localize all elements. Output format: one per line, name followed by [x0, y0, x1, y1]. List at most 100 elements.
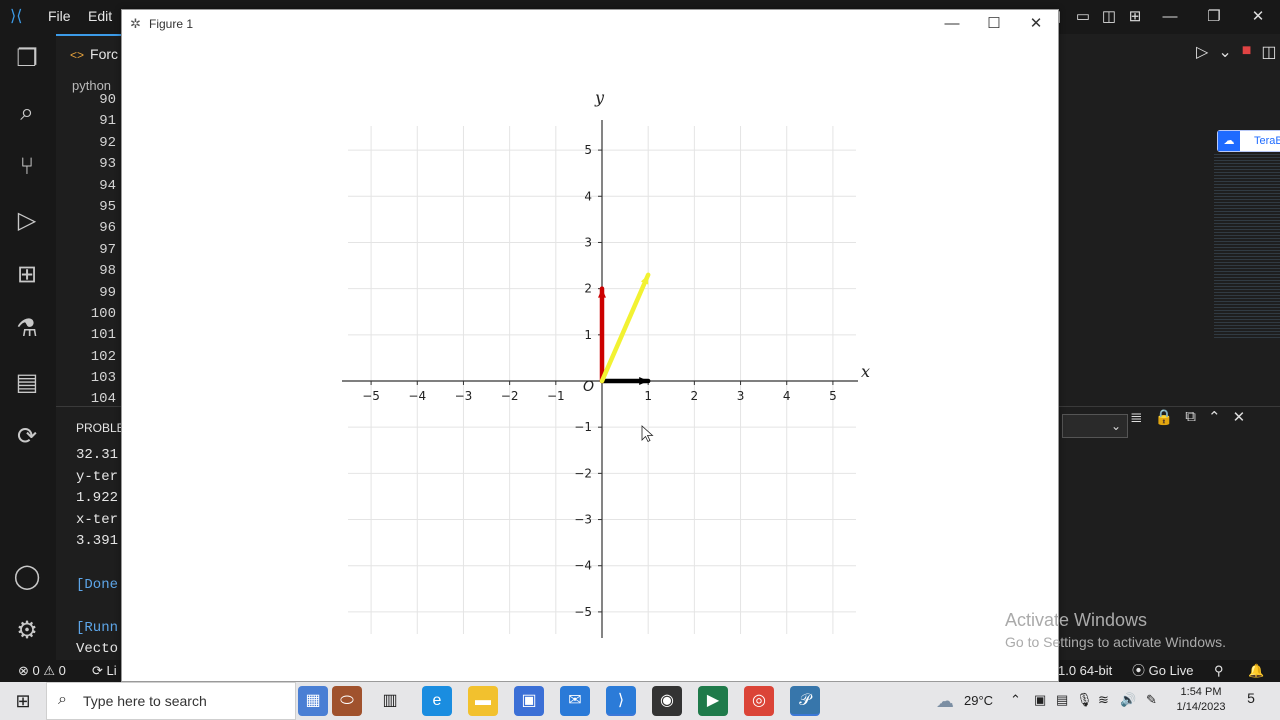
y-tick-label: 3 — [584, 235, 592, 249]
taskbar-search-box[interactable]: Type here to search — [46, 682, 296, 720]
chrome-icon[interactable]: ◎ — [744, 686, 774, 716]
breadcrumb[interactable]: python — [72, 78, 111, 93]
terabox-badge[interactable]: ☁ TeraBox — [1217, 130, 1280, 152]
menu-file[interactable]: File — [48, 8, 71, 24]
y-tick-label: 4 — [584, 189, 592, 203]
editor-tab-label: Forc — [90, 46, 119, 62]
y-tick-label: 1 — [584, 328, 592, 342]
panel-toggle-icon[interactable]: ▭ — [1070, 4, 1096, 30]
football-widget-icon[interactable]: ⬭ — [332, 686, 362, 716]
panel-tab-problems[interactable]: PROBLE — [76, 421, 125, 435]
feedback-icon[interactable]: ⚲ — [1214, 660, 1224, 682]
extensions-icon[interactable]: ⊞ — [12, 260, 42, 290]
output-channel-select[interactable]: ⌄ — [1062, 414, 1128, 438]
wifi-icon[interactable]: ≋ — [1098, 692, 1109, 708]
mouse-cursor-icon — [641, 425, 654, 443]
figure-canvas[interactable]: −5 −4 −3 −2 −1 1 2 3 4 5 5 4 3 2 1 −1 −2 −3 −4 −5 x y O — [122, 38, 1058, 681]
line-number: 92 — [99, 134, 116, 151]
figure-close-button[interactable]: ✕ — [1016, 13, 1056, 35]
line-number-gutter: 90 91 92 93 94 95 96 97 98 99 100 101 102 103 104 — [76, 92, 116, 413]
vscode-logo-icon: ⟩⟨ — [10, 8, 23, 25]
clear-output-icon[interactable]: ≣ — [1130, 408, 1143, 426]
y-tick-label: −4 — [574, 559, 592, 573]
y-tick-label: 5 — [584, 143, 592, 157]
task-view-icon[interactable]: ▥ — [375, 686, 405, 716]
line-number: 98 — [99, 263, 116, 280]
live-share-icon: ⟳ — [92, 663, 107, 678]
source-control-icon[interactable]: ⑂ — [12, 152, 42, 182]
search-icon[interactable]: ⌕ — [12, 98, 42, 128]
broadcast-icon: ⦿ — [1132, 663, 1149, 678]
pen-icon[interactable]: ✎ — [1146, 692, 1157, 708]
line-number: 99 — [99, 284, 116, 301]
weather-cloud-icon[interactable]: ☁ — [936, 691, 954, 712]
run-dropdown-icon[interactable]: ⌄ — [1218, 42, 1231, 62]
lock-icon[interactable]: 🔒 — [1155, 408, 1174, 426]
account-icon[interactable]: ◯ — [12, 562, 42, 592]
copy-icon[interactable]: ⧉ — [1185, 408, 1196, 426]
tray-app-icon[interactable]: ▣ — [1034, 692, 1046, 708]
y-tick-label: −2 — [574, 466, 592, 480]
line-number: 101 — [90, 327, 116, 344]
terminal-app-icon[interactable]: ▶ — [698, 686, 728, 716]
vscode-restore-button[interactable]: ❐ — [1192, 4, 1236, 30]
vscode-window-controls: ▯ ▭ ◫ ⊞ — ❐ ✕ — [1044, 4, 1280, 30]
y-tick-label: −5 — [574, 605, 592, 619]
settings-gear-icon[interactable]: ⚙ — [12, 616, 42, 646]
origin-label: O — [583, 379, 594, 395]
explorer-icon[interactable]: ❐ — [12, 44, 42, 74]
code-file-icon: <> — [70, 48, 85, 62]
figure-window: ✲ Figure 1 — ☐ ✕ −5 −4 −3 −2 −1 1 2 3 4 5 5 4 3 2 1 −1−… — [121, 9, 1059, 682]
widgets-app-icon[interactable]: ▦ — [298, 686, 328, 716]
remote-icon[interactable]: ⟳ — [12, 422, 42, 452]
line-number: 96 — [99, 220, 116, 237]
testing-icon[interactable]: ⚗ — [12, 314, 42, 344]
line-number: 97 — [99, 241, 116, 258]
minimap[interactable] — [1214, 152, 1280, 340]
stop-icon[interactable]: ■ — [1242, 42, 1252, 62]
problems-count[interactable]: ⊗ 0 ⚠ 0 — [18, 660, 66, 682]
start-button[interactable]: ⊞ — [0, 682, 46, 720]
vscode-minimize-button[interactable]: — — [1148, 4, 1192, 30]
file-explorer-icon[interactable]: ▬ — [468, 686, 498, 716]
run-python-icon[interactable]: ▷ — [1196, 42, 1208, 62]
edge-browser-icon[interactable]: e — [422, 686, 452, 716]
live-share-item[interactable]: ⟳ Li — [92, 660, 117, 682]
mail-icon[interactable]: ✉ — [560, 686, 590, 716]
maximize-panel-icon[interactable]: ⌃ — [1208, 408, 1221, 426]
line-number: 102 — [90, 348, 116, 365]
x-tick-label: −3 — [455, 389, 473, 403]
menu-edit[interactable]: Edit — [88, 8, 112, 24]
figure-titlebar: ✲ Figure 1 — ☐ ✕ — [122, 10, 1058, 38]
go-live-item[interactable]: ⦿ Go Live — [1132, 660, 1193, 682]
notification-center-icon[interactable]: 5 — [1240, 690, 1262, 712]
weather-temperature[interactable]: 29°C — [964, 693, 993, 708]
show-hidden-icons[interactable]: ⌃ — [1010, 692, 1021, 708]
vector-plot[interactable]: −5 −4 −3 −2 −1 1 2 3 4 5 5 4 3 2 1 −1 −2 −3 −4 −5 x y O — [122, 38, 1058, 681]
vscode-close-button[interactable]: ✕ — [1236, 4, 1280, 30]
figure-minimize-button[interactable]: — — [932, 13, 972, 35]
notifications-bell-icon[interactable]: 🔔 — [1248, 660, 1264, 682]
y-tick-label: 2 — [584, 282, 592, 296]
run-debug-icon[interactable]: ▷ — [12, 206, 42, 236]
github-icon[interactable]: ◉ — [652, 686, 682, 716]
x-tick-label: 3 — [737, 389, 745, 403]
python-app-icon[interactable]: 𝒫 — [790, 686, 820, 716]
microphone-icon[interactable]: 🎙 — [1076, 692, 1093, 708]
customize-layout-icon[interactable]: ⊞ — [1122, 4, 1148, 30]
microsoft-store-icon[interactable]: ▣ — [514, 686, 544, 716]
vscode-taskbar-icon[interactable]: ⟩ — [606, 686, 636, 716]
volume-icon[interactable]: 🔊 — [1120, 692, 1136, 708]
x-tick-label: −4 — [408, 389, 426, 403]
clock-date: 1/14/2023 — [1176, 701, 1226, 713]
python-interpreter[interactable]: 1.0 64-bit — [1058, 660, 1112, 682]
sidebar-toggle-icon[interactable]: ◫ — [1096, 4, 1122, 30]
activate-windows-subtitle: Go to Settings to activate Windows. — [1005, 634, 1226, 650]
figure-title: Figure 1 — [149, 17, 194, 31]
close-panel-icon[interactable]: ✕ — [1233, 408, 1246, 426]
taskbar-clock[interactable]: 1:54 PM 1/14/2023 — [1176, 685, 1226, 715]
split-editor-icon[interactable]: ◫ — [1261, 42, 1276, 62]
tray-app-icon-2[interactable]: ▤ — [1056, 692, 1068, 708]
figure-maximize-button[interactable]: ☐ — [974, 13, 1014, 35]
notebook-icon[interactable]: ▤ — [12, 368, 42, 398]
